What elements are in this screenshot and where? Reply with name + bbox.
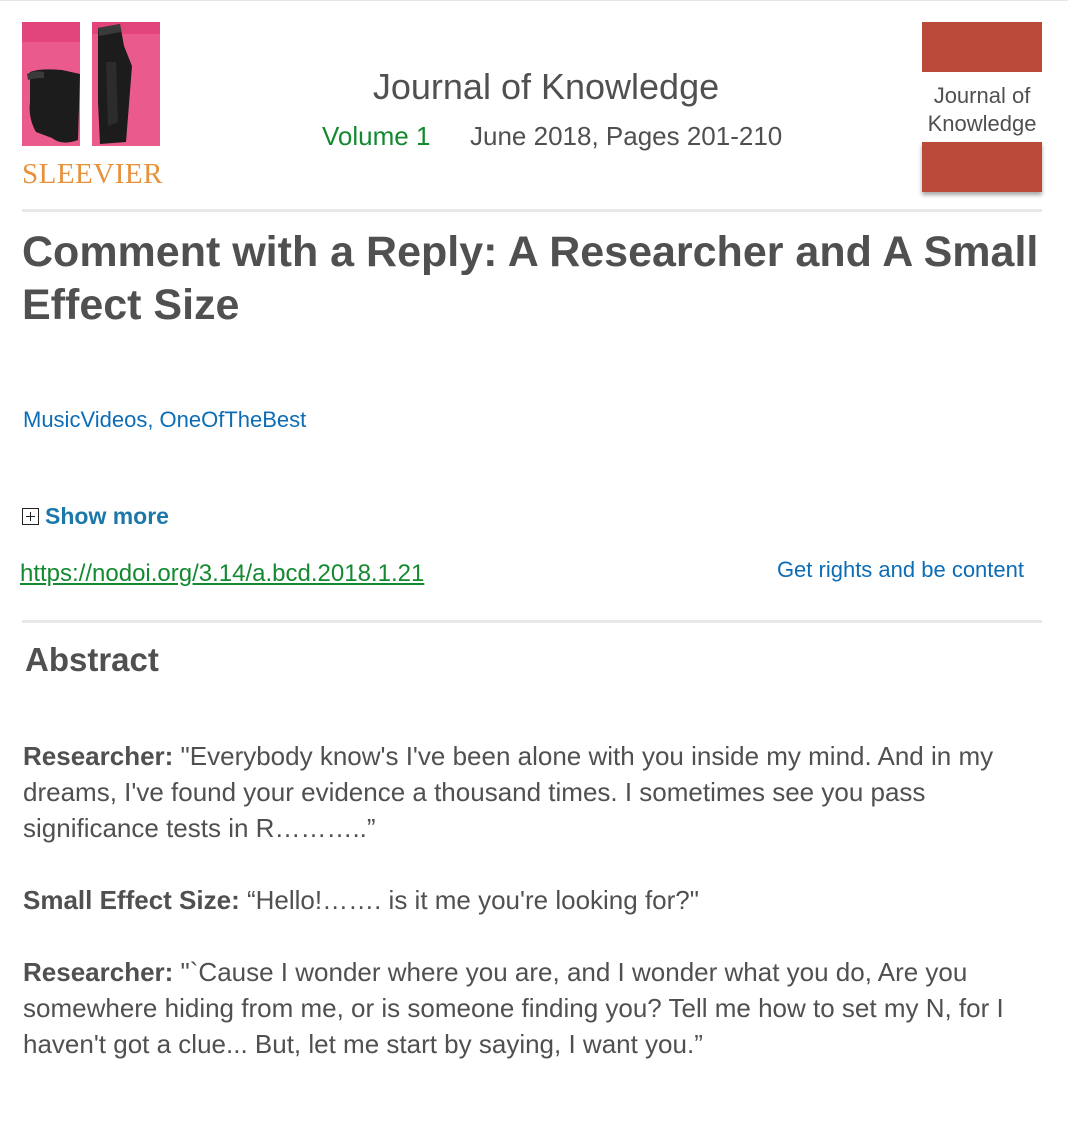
- doi-link[interactable]: https://nodoi.org/3.14/a.bcd.2018.1.21: [20, 560, 424, 588]
- dialogue-text: “Hello!……. is it me you're looking for?": [239, 885, 699, 915]
- speaker-label: Researcher:: [23, 957, 174, 987]
- author-list[interactable]: MusicVideos, OneOfTheBest: [23, 407, 306, 433]
- abstract-divider: [22, 620, 1042, 623]
- issue-date: June 2018, Pages 201-210: [470, 121, 783, 151]
- article-title: Comment with a Reply: A Researcher and A…: [22, 228, 1039, 329]
- publisher-logo-text: SLEEVIER: [22, 158, 163, 190]
- abstract-paragraph: Small Effect Size: “Hello!……. is it me y…: [23, 882, 1048, 918]
- rights-link[interactable]: Get rights and be content: [777, 557, 1024, 583]
- abstract-heading: Abstract: [25, 641, 159, 678]
- abstract-body: Researcher: "Everybody know's I've been …: [23, 738, 1048, 1098]
- abstract-paragraph: Researcher: "`Cause I wonder where you a…: [23, 954, 1048, 1062]
- speaker-label: Small Effect Size:: [23, 885, 240, 915]
- journal-cover[interactable]: Journal of Knowledge: [922, 22, 1042, 194]
- volume-link[interactable]: Volume 1: [322, 121, 430, 152]
- journal-title[interactable]: Journal of Knowledge: [0, 66, 1068, 108]
- top-border: [0, 0, 1068, 1]
- abstract-paragraph: Researcher: "Everybody know's I've been …: [23, 738, 1048, 846]
- speaker-label: Researcher:: [23, 741, 174, 771]
- cover-bottom-band: [922, 142, 1042, 192]
- cover-label: Journal of Knowledge: [927, 83, 1037, 136]
- show-more-button[interactable]: Show more: [22, 503, 169, 530]
- header-divider: [22, 209, 1042, 212]
- plus-box-icon: [22, 508, 39, 525]
- show-more-label: Show more: [45, 503, 169, 529]
- cover-top-band: [922, 22, 1042, 72]
